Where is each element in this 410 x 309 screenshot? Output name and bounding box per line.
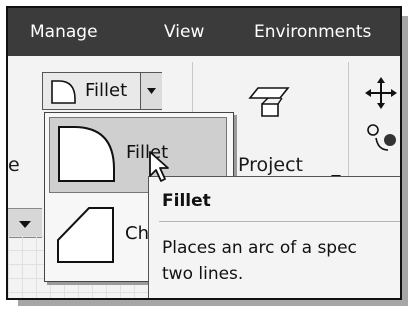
panel-expander[interactable] [8,208,42,238]
chamfer-icon [57,207,114,263]
project-label[interactable]: Project [238,154,303,176]
dropdown-item-label: Ch [125,223,149,244]
tooltip-divider [159,221,400,222]
menu-environments[interactable]: Environments [254,22,371,42]
tooltip-description: Places an arc of a spec two lines. [162,238,357,284]
fillet-split-main[interactable]: Fillet [43,73,139,109]
fillet-icon [58,126,115,182]
dropdown-arrow-icon [147,88,156,94]
move-icon[interactable] [364,76,398,110]
ribbon-panel: e Fillet Project Fillet Ch Fillet Places… [8,56,400,298]
rotate-icon[interactable] [364,120,398,154]
fillet-split-label: Fillet [85,80,128,101]
menu-bar: Manage View Environments [8,8,400,56]
chevron-down-icon [19,221,31,228]
partial-command-label: e [8,154,20,176]
menu-manage[interactable]: Manage [30,22,98,42]
cursor-icon [149,151,169,182]
fillet-split-arrow[interactable] [140,73,162,109]
tooltip: Fillet Places an arc of a spec two lines… [148,176,400,298]
ribbon-separator [348,62,349,182]
app-window: Manage View Environments e Fillet Projec… [6,6,402,300]
menu-view[interactable]: View [164,22,204,42]
fillet-icon [51,80,76,104]
fillet-split-button[interactable]: Fillet [42,72,162,110]
tooltip-title: Fillet [162,191,211,211]
project-icon[interactable] [248,80,294,124]
